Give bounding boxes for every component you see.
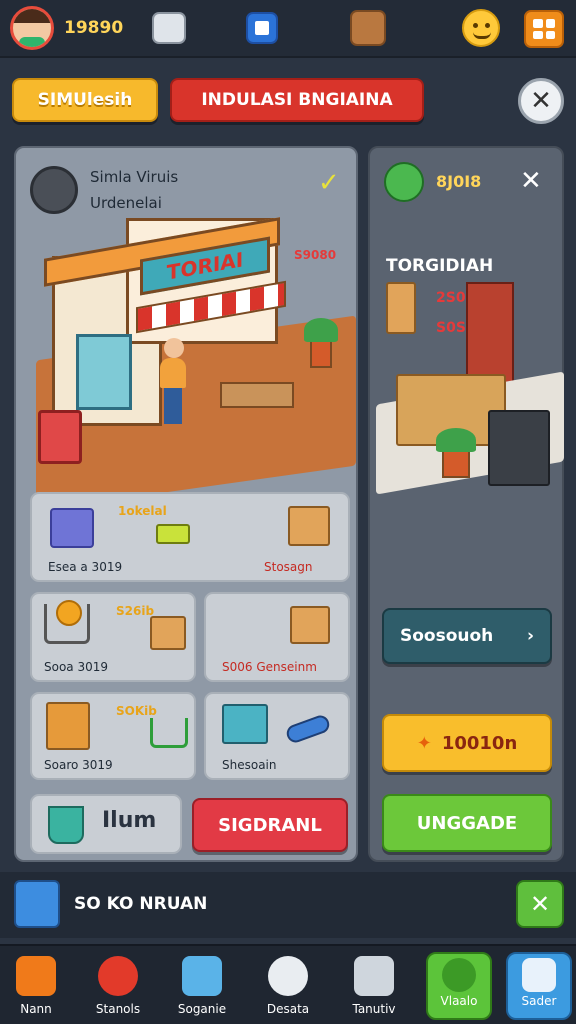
item-card-3b[interactable]: Shesoain (204, 692, 350, 780)
coin-button-label: 10010n (441, 732, 518, 754)
nav-label: Sader (521, 994, 557, 1008)
nav-label: Nann (20, 1002, 52, 1016)
nav-item-desata[interactable]: Desata (256, 956, 320, 1016)
coin-button[interactable]: ✦ 10010n (382, 714, 552, 772)
item-card-2b[interactable]: S006 Genseinm (204, 592, 350, 682)
shop-title-line1: Simla Viruis (90, 168, 179, 186)
nav-label: Soganie (177, 1002, 227, 1016)
warehouse-value: 8J0I8 (436, 172, 482, 191)
close-icon[interactable]: ✕ (518, 78, 564, 124)
player-portrait (14, 880, 60, 928)
nav-label: Desata (266, 1002, 310, 1016)
coin-icon (56, 600, 82, 626)
item-footer-right: Shesoain (222, 758, 277, 772)
gear-avatar-icon (30, 166, 78, 214)
shop-title-line2: Urdenelai (90, 194, 162, 212)
record-icon (98, 956, 138, 996)
close-icon[interactable]: ✕ (516, 880, 564, 928)
box-stack-icon (386, 282, 416, 334)
top-bar: 19890 (0, 0, 576, 58)
item-card-2[interactable]: S26ib Sooa 3019 (30, 592, 196, 682)
item-footer-left: Sooa 3019 (44, 660, 109, 674)
spark-icon: ✦ (416, 732, 432, 754)
play-icon (16, 956, 56, 996)
box-icon (288, 506, 330, 546)
checkmark-icon[interactable]: ✓ (318, 168, 340, 198)
nav-item-vlaalo[interactable]: Vlaalo (426, 952, 492, 1020)
stock-box: Ilum (30, 794, 182, 854)
plant-icon (436, 428, 476, 452)
cart-icon (150, 718, 188, 748)
cart-icon (156, 524, 190, 544)
stock-label: Ilum (102, 808, 157, 833)
notification-bar: SO KO NRUAN ✕ (0, 872, 576, 938)
warehouse-sub-value: 2S0 (436, 290, 466, 306)
chest-icon (222, 704, 268, 744)
plant-pot (442, 448, 470, 478)
basket-icon (38, 410, 82, 464)
tag-icon (182, 956, 222, 996)
bottom-nav: Nann Stanols Soganie Desata Tanutiv Vlaa… (0, 944, 576, 1024)
item-card-1[interactable]: 1okelal Esea a 3019 Stosagn (30, 492, 350, 582)
sell-button[interactable]: SIGDRANL (192, 798, 348, 852)
close-icon[interactable]: ✕ (520, 166, 542, 196)
refresh-icon (442, 958, 476, 992)
nav-label: Vlaalo (440, 994, 478, 1008)
sousouh-label: Soosouoh (400, 626, 494, 646)
produce-crate-icon (46, 702, 90, 750)
bucket-icon (48, 806, 84, 844)
box-icon (150, 616, 186, 650)
produce-table (220, 382, 294, 408)
gear-icon (268, 956, 308, 996)
dark-crate (488, 410, 550, 486)
item-footer-left: Esea a 3019 (48, 560, 123, 574)
nav-item-tanutiv[interactable]: Tanutiv (342, 956, 406, 1016)
box-icon (290, 606, 330, 644)
warehouse-sub-value2: S0S (436, 320, 466, 336)
upgrade-button[interactable]: UNGGADE (382, 794, 552, 852)
item-name: S26ib (116, 604, 155, 618)
shop-window (76, 334, 132, 410)
tab-industry[interactable]: INDULASI BNGIAINA (170, 78, 424, 122)
basket-icon (50, 508, 94, 548)
shopkeeper-head (164, 338, 184, 358)
nav-item-stanols[interactable]: Stanols (86, 956, 150, 1016)
nav-label: Tanutiv (352, 1002, 396, 1016)
inventory-icon[interactable] (152, 12, 186, 44)
nav-item-nann[interactable]: Nann (4, 956, 68, 1016)
shop-panel: Simla Viruis Urdenelai ✓ TORIAI S9080 1o… (14, 146, 358, 862)
shopkeeper-legs (164, 388, 182, 424)
sign-price: S9080 (294, 248, 337, 262)
item-footer-right: S006 Genseinm (222, 660, 317, 674)
chest-icon[interactable] (350, 10, 386, 46)
notification-text: SO KO NRUAN (74, 894, 208, 914)
coin-count: 19890 (64, 18, 124, 38)
sousouh-button[interactable]: Soosouoh › (382, 608, 552, 664)
plant-pot (310, 338, 332, 368)
camera-icon (384, 162, 424, 202)
warehouse-panel: 8J0I8 ✕ TORGIDIAH 2S0 S0S Soosouoh › ✦ 1… (368, 146, 564, 862)
item-footer-left: Soaro 3019 (44, 758, 113, 772)
item-footer-right: Stosagn (264, 560, 313, 574)
item-name: 1okelal (118, 504, 167, 518)
chevron-right-icon: › (526, 626, 534, 646)
capsule-icon (284, 713, 332, 745)
nav-item-soganie[interactable]: Soganie (170, 956, 234, 1016)
cube-icon (522, 958, 556, 992)
grid-menu-icon[interactable] (524, 10, 564, 48)
plant-icon (304, 318, 338, 342)
warehouse-title: TORGIDIAH (386, 256, 494, 276)
item-card-3[interactable]: SOKib Soaro 3019 (30, 692, 196, 780)
inventory-icon (354, 956, 394, 996)
nav-item-sader[interactable]: Sader (506, 952, 572, 1020)
mail-icon[interactable] (246, 12, 278, 44)
tab-simulation[interactable]: SIMUlesih (12, 78, 158, 122)
item-name: SOKib (116, 704, 157, 718)
player-avatar[interactable] (10, 6, 54, 50)
emoji-icon[interactable] (462, 9, 500, 47)
nav-label: Stanols (95, 1002, 141, 1016)
shopkeeper-shirt (160, 358, 186, 388)
